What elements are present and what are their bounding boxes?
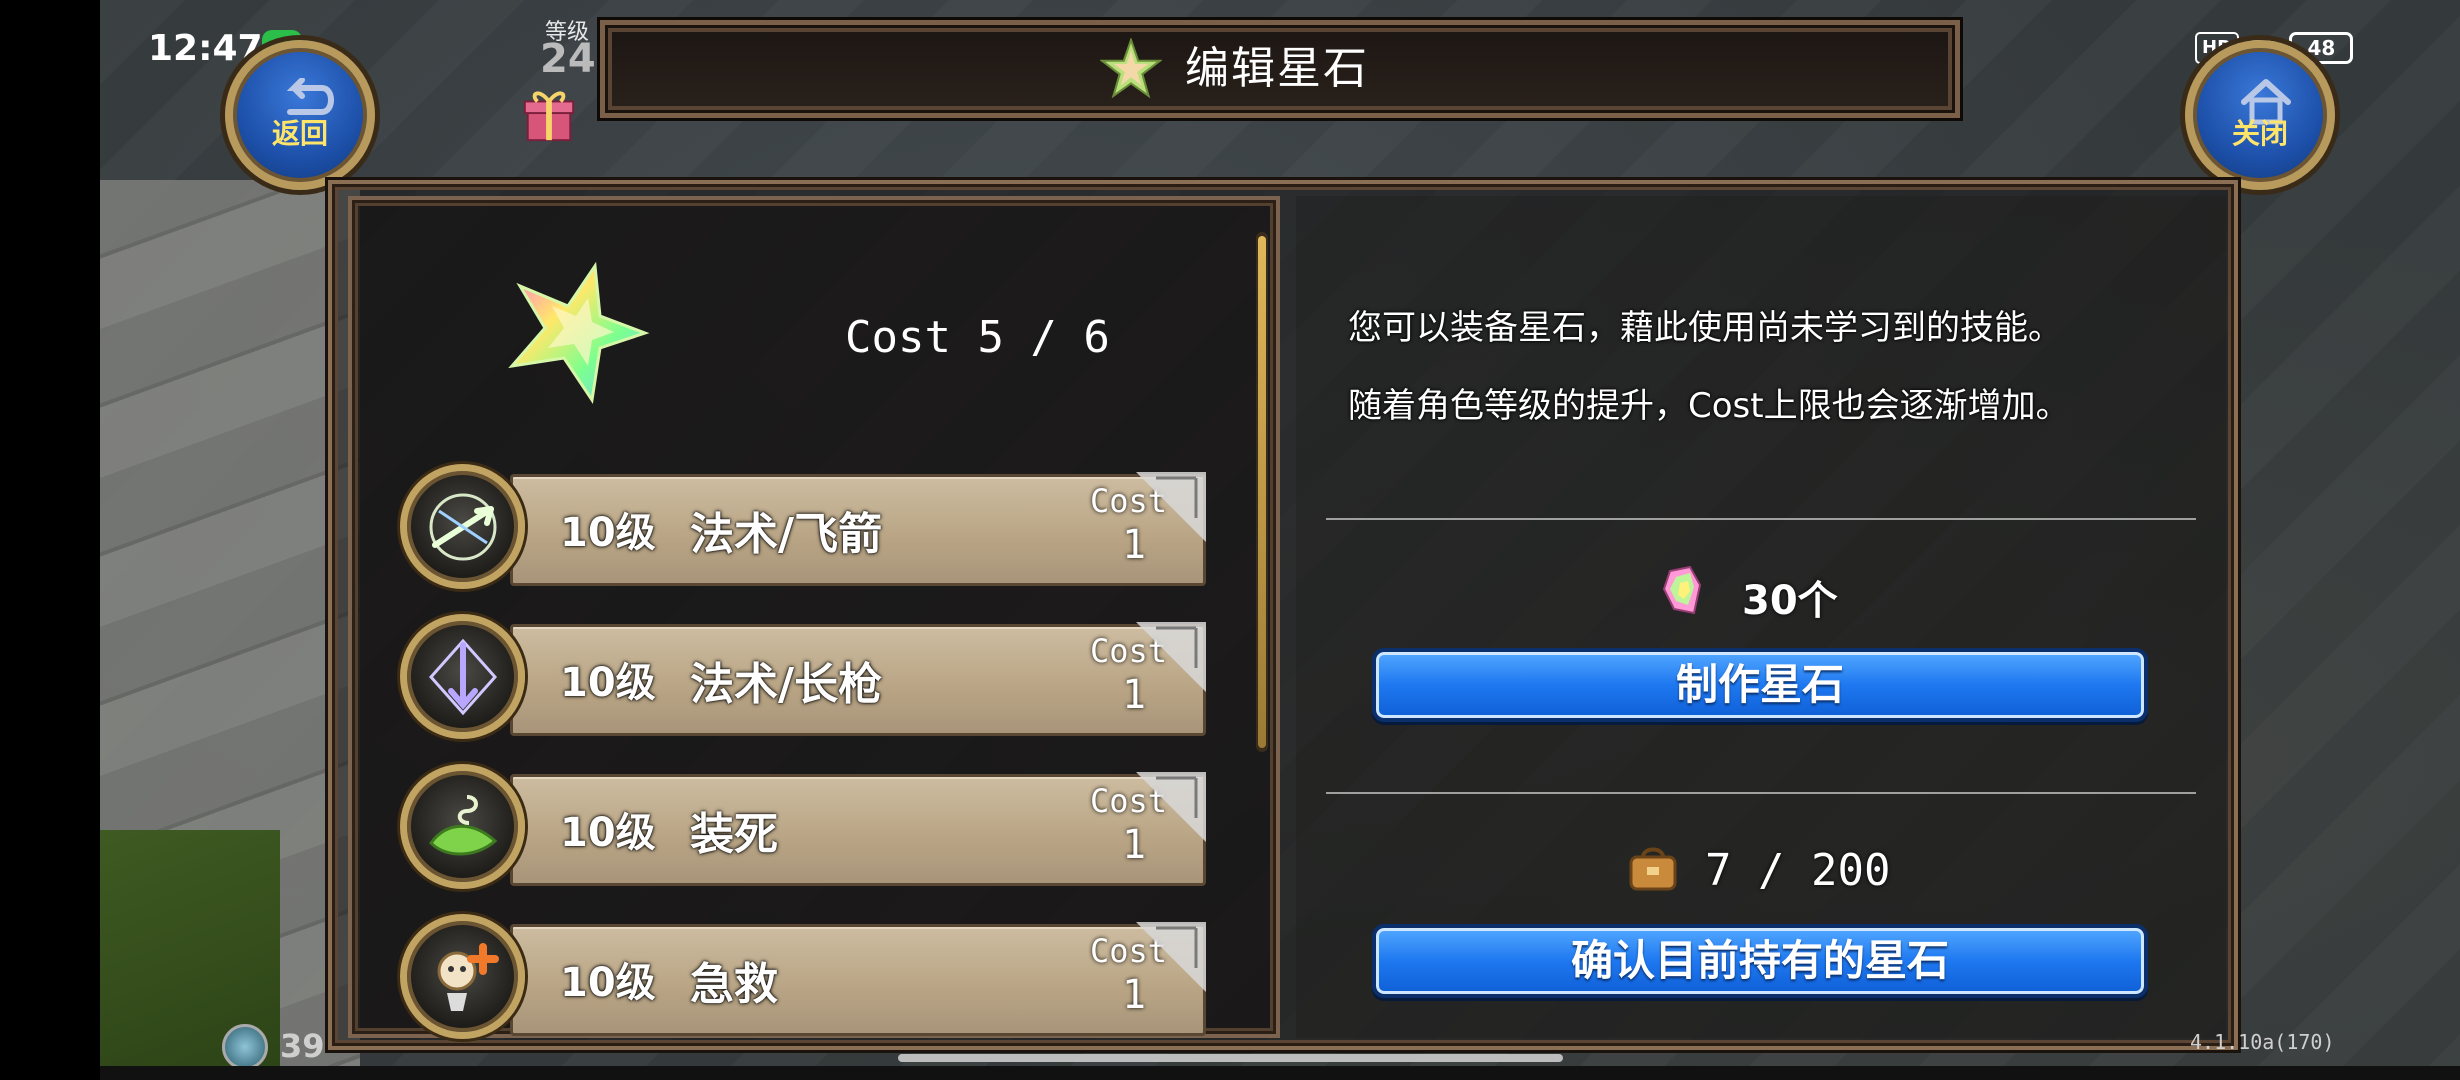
description-line-1: 您可以装备星石，藉此使用尚未学习到的技能。 bbox=[1348, 308, 2062, 348]
gift-icon[interactable] bbox=[520, 86, 578, 144]
skill-name: 法术/长枪 bbox=[690, 659, 883, 710]
lance-spell-icon bbox=[400, 614, 525, 739]
star-stone-large-icon bbox=[508, 261, 650, 405]
close-label: 关闭 bbox=[2231, 117, 2288, 150]
arrow-spell-icon bbox=[400, 464, 525, 589]
screen-edge bbox=[0, 0, 100, 1080]
home-indicator[interactable] bbox=[898, 1054, 1563, 1062]
back-label: 返回 bbox=[271, 117, 328, 150]
battery-level: 48 bbox=[2307, 36, 2336, 60]
skill-row[interactable]: 10级 法术/长枪 Cost 1 bbox=[400, 614, 1206, 739]
divider bbox=[1326, 792, 2196, 794]
exp-orb-icon bbox=[222, 1024, 268, 1070]
divider bbox=[1326, 518, 2196, 520]
skill-row[interactable]: 10级 法术/飞箭 Cost 1 bbox=[400, 464, 1206, 589]
play-dead-icon bbox=[400, 764, 525, 889]
make-star-stone-button[interactable]: 制作星石 bbox=[1372, 648, 2148, 722]
skill-level: 10级 bbox=[560, 810, 656, 856]
back-button[interactable]: 返回 bbox=[225, 40, 375, 190]
corner-ornament-icon bbox=[1136, 472, 1206, 542]
scrollbar-thumb[interactable] bbox=[1258, 236, 1266, 748]
close-button[interactable]: 关闭 bbox=[2185, 40, 2335, 190]
skill-level: 10级 bbox=[560, 660, 656, 706]
corner-ornament-icon bbox=[1136, 622, 1206, 692]
page-title: 编辑星石 bbox=[1185, 43, 1369, 94]
bottom-strip bbox=[100, 1066, 2460, 1080]
corner-ornament-icon bbox=[1136, 772, 1206, 842]
bag-icon bbox=[1629, 847, 1677, 891]
corner-ornament-icon bbox=[1136, 922, 1206, 992]
star-fragment-icon bbox=[1662, 565, 1702, 615]
first-aid-icon bbox=[400, 914, 525, 1039]
skill-level: 10级 bbox=[560, 510, 656, 556]
skill-row[interactable]: 10级 急救 Cost 1 bbox=[400, 914, 1206, 1039]
version-label: 4.1.10a(170) bbox=[2190, 1030, 2335, 1054]
skill-level: 10级 bbox=[560, 960, 656, 1006]
skill-name: 装死 bbox=[690, 809, 778, 860]
bag-count: 7 / 200 bbox=[1705, 845, 1891, 896]
skill-row[interactable]: 10级 装死 Cost 1 bbox=[400, 764, 1206, 889]
skill-name: 法术/飞箭 bbox=[690, 509, 883, 560]
fragment-count: 30个 bbox=[1742, 578, 1838, 624]
exp-value: 39 bbox=[280, 1027, 325, 1065]
star-stone-icon bbox=[1100, 38, 1162, 99]
confirm-owned-stones-button[interactable]: 确认目前持有的星石 bbox=[1372, 924, 2148, 998]
description-line-2: 随着角色等级的提升，Cost上限也会逐渐增加。 bbox=[1348, 386, 2070, 426]
cost-summary: Cost 5 / 6 bbox=[845, 312, 1110, 363]
skill-name: 急救 bbox=[690, 959, 778, 1010]
